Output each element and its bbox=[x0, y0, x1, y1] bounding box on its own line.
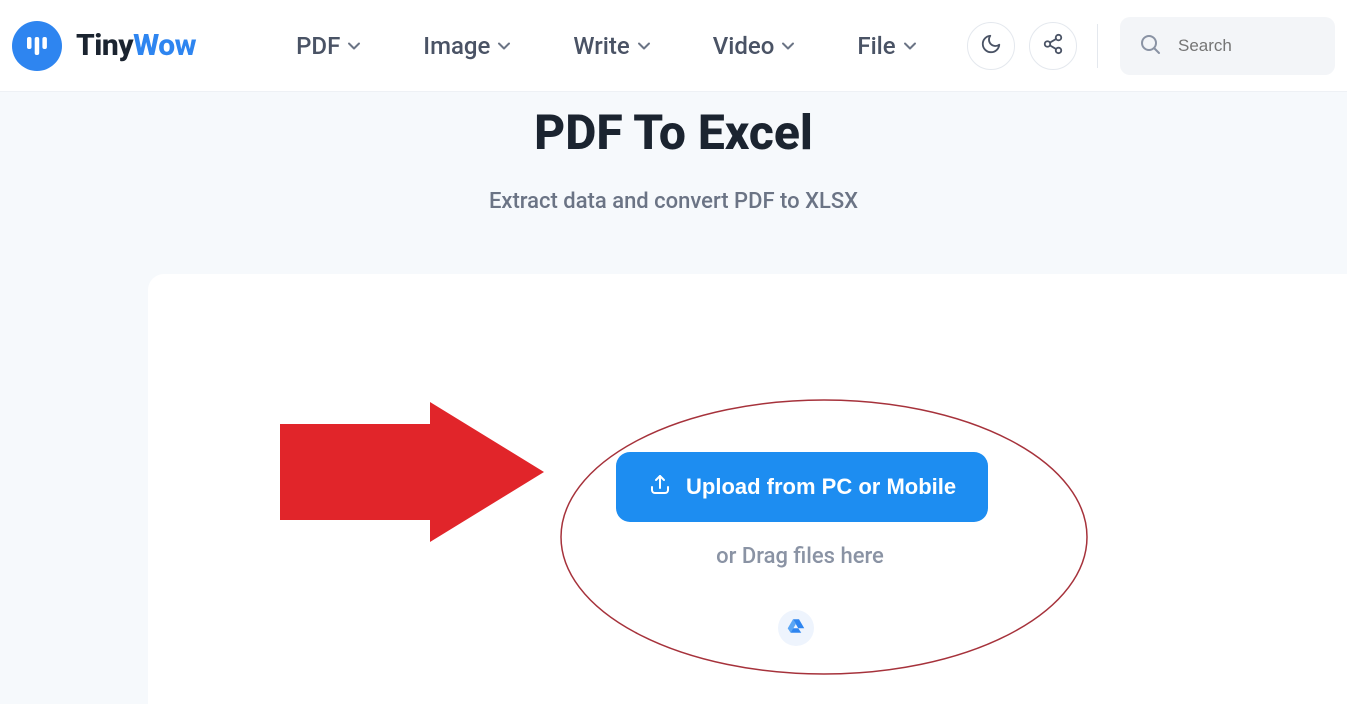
logo-icon bbox=[12, 21, 62, 71]
page-subtitle: Extract data and convert PDF to XLSX bbox=[0, 189, 1347, 214]
drag-hint: or Drag files here bbox=[616, 544, 984, 569]
upload-button[interactable]: Upload from PC or Mobile bbox=[616, 452, 988, 522]
share-button[interactable] bbox=[1029, 22, 1077, 70]
nav-label: File bbox=[857, 32, 895, 60]
nav-label: Image bbox=[423, 32, 490, 60]
dark-mode-button[interactable] bbox=[967, 22, 1015, 70]
nav-label: PDF bbox=[296, 32, 340, 60]
page-title: PDF To Excel bbox=[0, 104, 1347, 161]
google-drive-button[interactable] bbox=[778, 610, 814, 646]
divider bbox=[1097, 24, 1098, 68]
annotation-arrow-icon bbox=[280, 402, 544, 542]
search-input[interactable] bbox=[1178, 36, 1317, 56]
chevron-down-icon bbox=[637, 39, 651, 53]
share-icon bbox=[1042, 33, 1064, 59]
nav-item-write[interactable]: Write bbox=[573, 32, 650, 60]
main-nav: PDF Image Write Video File bbox=[296, 32, 967, 60]
upload-card: Upload from PC or Mobile or Drag files h… bbox=[148, 274, 1347, 704]
nav-item-file[interactable]: File bbox=[857, 32, 916, 60]
nav-item-video[interactable]: Video bbox=[713, 32, 796, 60]
nav-item-pdf[interactable]: PDF bbox=[296, 32, 361, 60]
google-drive-icon bbox=[787, 617, 805, 639]
search-icon bbox=[1138, 32, 1162, 60]
logo[interactable]: TinyWow bbox=[12, 21, 196, 71]
search[interactable] bbox=[1120, 17, 1335, 75]
logo-text: TinyWow bbox=[76, 28, 196, 63]
chevron-down-icon bbox=[497, 39, 511, 53]
chevron-down-icon bbox=[903, 39, 917, 53]
chevron-down-icon bbox=[781, 39, 795, 53]
nav-label: Write bbox=[573, 32, 629, 60]
nav-item-image[interactable]: Image bbox=[423, 32, 511, 60]
annotation-ellipse-icon bbox=[559, 398, 1089, 676]
header-actions bbox=[967, 17, 1335, 75]
upload-button-label: Upload from PC or Mobile bbox=[686, 474, 956, 500]
site-header: TinyWow PDF Image Write Video bbox=[0, 0, 1347, 92]
moon-icon bbox=[980, 33, 1002, 59]
upload-icon bbox=[648, 472, 672, 502]
chevron-down-icon bbox=[347, 39, 361, 53]
nav-label: Video bbox=[713, 32, 775, 60]
